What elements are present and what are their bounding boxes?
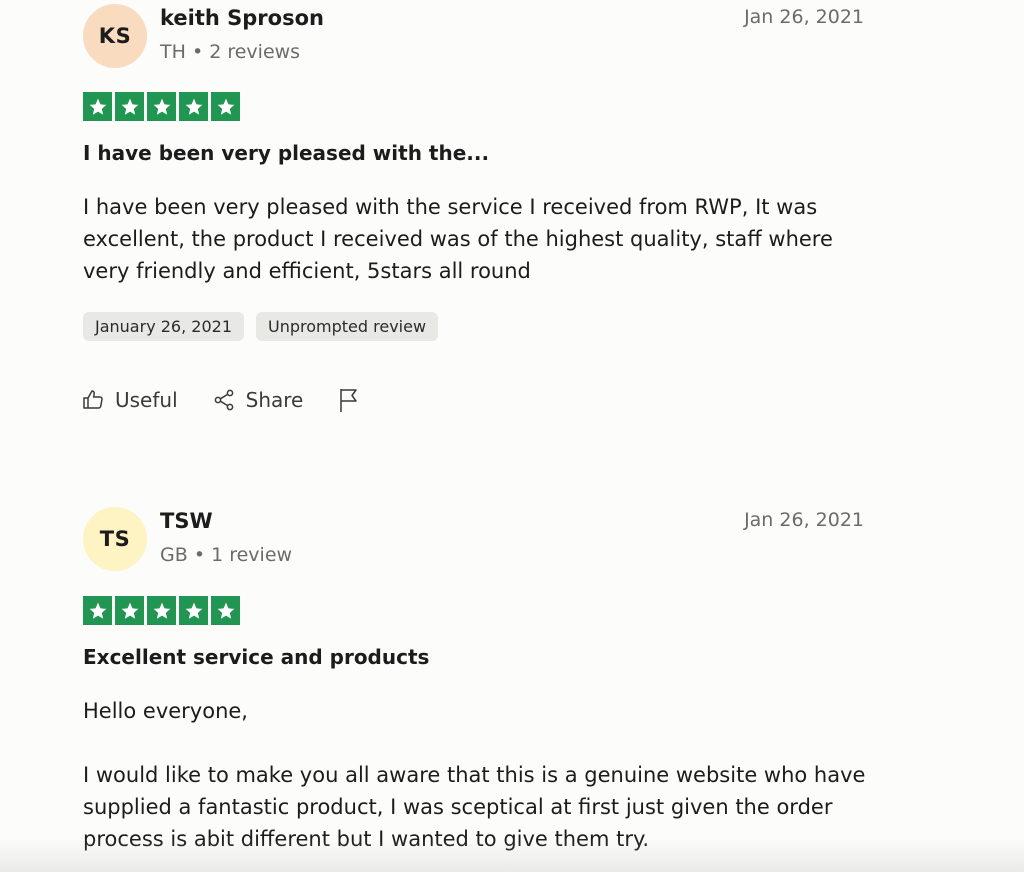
- review-actions: Useful Share: [81, 387, 395, 413]
- reviewer-name[interactable]: TSW: [160, 509, 213, 533]
- reviewer-country: GB: [160, 544, 188, 566]
- star-icon: [179, 596, 208, 625]
- avatar-initials: KS: [98, 24, 132, 48]
- reviewer-name[interactable]: keith Sproson: [160, 6, 324, 30]
- share-icon: [212, 388, 236, 412]
- avatar[interactable]: KS: [83, 4, 147, 68]
- star-rating: [83, 92, 240, 121]
- review-body: I have been very pleased with the servic…: [83, 191, 883, 287]
- report-button[interactable]: [337, 387, 361, 413]
- star-icon: [147, 92, 176, 121]
- review-date: Jan 26, 2021: [744, 509, 864, 531]
- review-paragraph: I would like to make you all aware that …: [83, 763, 866, 851]
- review-body: Hello everyone, I would like to make you…: [83, 695, 883, 855]
- reviewer-review-count: 2 reviews: [209, 41, 301, 63]
- review-paragraph: I have been very pleased with the servic…: [83, 195, 833, 283]
- review-date: Jan 26, 2021: [744, 6, 864, 28]
- meta-separator: •: [191, 41, 204, 63]
- star-icon: [147, 596, 176, 625]
- useful-label: Useful: [115, 388, 178, 412]
- review-title[interactable]: Excellent service and products: [83, 645, 429, 669]
- review-paragraph: Hello everyone,: [83, 699, 248, 723]
- review-card: KS keith Sproson TH • 2 reviews Jan 26, …: [0, 0, 1024, 440]
- reviewer-meta: GB • 1 review: [160, 544, 292, 566]
- avatar[interactable]: TS: [83, 507, 147, 571]
- star-rating: [83, 596, 240, 625]
- reviewer-country: TH: [160, 41, 186, 63]
- star-icon: [211, 596, 240, 625]
- reviews-page: KS keith Sproson TH • 2 reviews Jan 26, …: [0, 0, 1024, 872]
- review-type-tag[interactable]: Unprompted review: [256, 312, 439, 341]
- review-tags: January 26, 2021 Unprompted review: [83, 312, 439, 341]
- meta-separator: •: [193, 544, 206, 566]
- review-title[interactable]: I have been very pleased with the...: [83, 141, 489, 165]
- reviewer-review-count: 1 review: [211, 544, 293, 566]
- thumbs-up-icon: [81, 388, 105, 412]
- share-button[interactable]: Share: [212, 388, 304, 412]
- star-icon: [83, 92, 112, 121]
- reviewer-meta: TH • 2 reviews: [160, 41, 300, 63]
- star-icon: [83, 596, 112, 625]
- star-icon: [211, 92, 240, 121]
- share-label: Share: [245, 388, 304, 412]
- review-card: TS TSW GB • 1 review Jan 26, 2021 Excell…: [0, 503, 1024, 872]
- star-icon: [179, 92, 208, 121]
- experience-date-tag: January 26, 2021: [83, 312, 244, 341]
- avatar-initials: TS: [99, 527, 131, 551]
- flag-icon: [337, 387, 361, 413]
- star-icon: [115, 92, 144, 121]
- useful-button[interactable]: Useful: [81, 388, 178, 412]
- star-icon: [115, 596, 144, 625]
